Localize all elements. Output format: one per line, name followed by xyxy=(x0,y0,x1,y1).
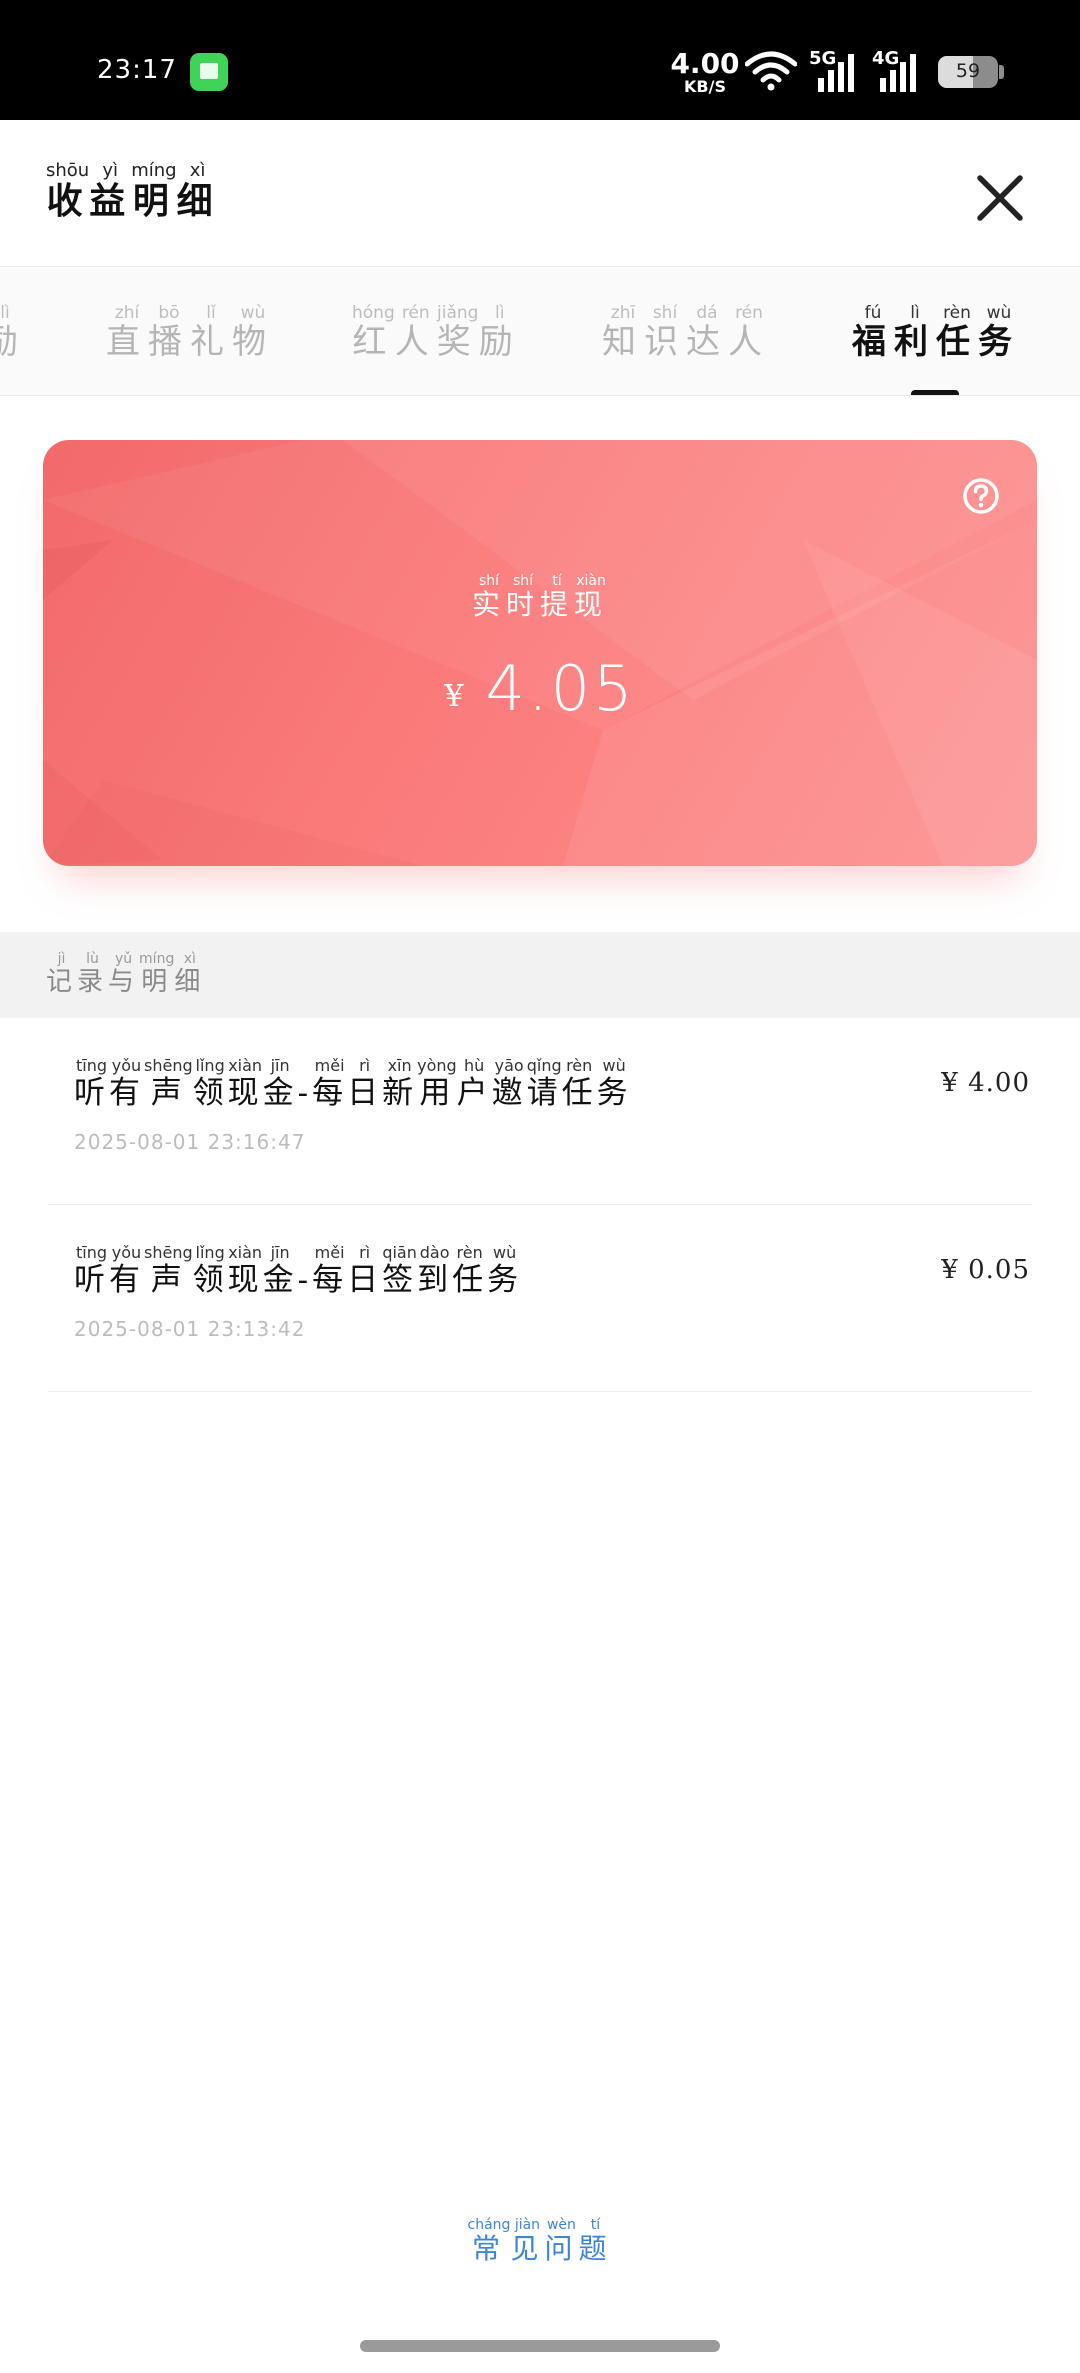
record-amount: ¥ 4.00 xyxy=(941,1068,1030,1098)
close-icon[interactable] xyxy=(970,168,1030,228)
signal-4g-bars-icon xyxy=(880,54,916,92)
active-tab-indicator xyxy=(911,390,959,395)
battery-level: 59 xyxy=(955,60,981,82)
network-speed-value: 4.00 xyxy=(670,47,740,80)
network-speed: 4.00 KB/S xyxy=(670,50,740,95)
faq-link[interactable]: 常cháng见jiàn问wèn题tí xyxy=(0,2217,1080,2267)
tab-welfare-task[interactable]: 福fú利lì任rèn务wù xyxy=(852,303,1020,363)
page-header: 收shōu益yì明míng细xì xyxy=(0,120,1080,266)
home-indicator[interactable] xyxy=(360,2340,720,2352)
status-time: 23:17 xyxy=(97,55,177,85)
battery-tip xyxy=(999,65,1004,79)
tab-influencer-reward[interactable]: 红hóng人rén奖jiǎng励lì xyxy=(352,303,521,363)
record-title: 听tīng有yǒu声shēng领lǐng现xiàn金jīn-每měi日rì新xī… xyxy=(74,1056,632,1111)
battery-icon: 59 xyxy=(938,56,998,88)
balance-amount: ¥4.05 xyxy=(43,652,1037,725)
chat-app-icon xyxy=(190,53,228,91)
wifi-icon xyxy=(745,51,797,91)
currency-symbol: ¥ xyxy=(444,679,464,714)
tab-knowledge-expert[interactable]: 知zhī识shí达dá人rén xyxy=(602,303,770,363)
record-time: 2025-08-01 23:13:42 xyxy=(74,1317,306,1341)
tab-partial-reward[interactable]: 励lì xyxy=(0,303,26,363)
network-speed-unit: KB/S xyxy=(684,77,726,96)
records-section-title: 记jì录lù与yǔ明míng细xì xyxy=(46,951,206,997)
balance-card: 实shí时shí提tí现xiàn ¥4.05 xyxy=(43,440,1037,866)
tab-live-gift[interactable]: 直zhí播bō礼lǐ物wù xyxy=(106,303,274,363)
signal-5g-bars-icon xyxy=(818,54,854,92)
records-section-header: 记jì录lù与yǔ明míng细xì xyxy=(0,932,1080,1018)
status-bar: 23:17 4.00 KB/S 5G 4G 59 xyxy=(0,0,1080,120)
page-title: 收shōu益yì明míng细xì xyxy=(46,160,219,222)
balance-value: 4.05 xyxy=(485,652,636,725)
record-title: 听tīng有yǒu声shēng领lǐng现xiàn金jīn-每měi日rì签qi… xyxy=(74,1243,523,1298)
record-row: 听tīng有yǒu声shēng领lǐng现xiàn金jīn-每měi日rì签qi… xyxy=(48,1205,1032,1392)
record-row: 听tīng有yǒu声shēng领lǐng现xiàn金jīn-每měi日rì新xī… xyxy=(48,1018,1032,1205)
category-tabs: 励lì 直zhí播bō礼lǐ物wù 红hóng人rén奖jiǎng励lì 知zh… xyxy=(0,266,1080,396)
question-circle-icon[interactable] xyxy=(961,476,1001,516)
record-time: 2025-08-01 23:16:47 xyxy=(74,1130,306,1154)
withdraw-label: 实shí时shí提tí现xiàn xyxy=(471,573,609,621)
record-amount: ¥ 0.05 xyxy=(941,1255,1030,1285)
